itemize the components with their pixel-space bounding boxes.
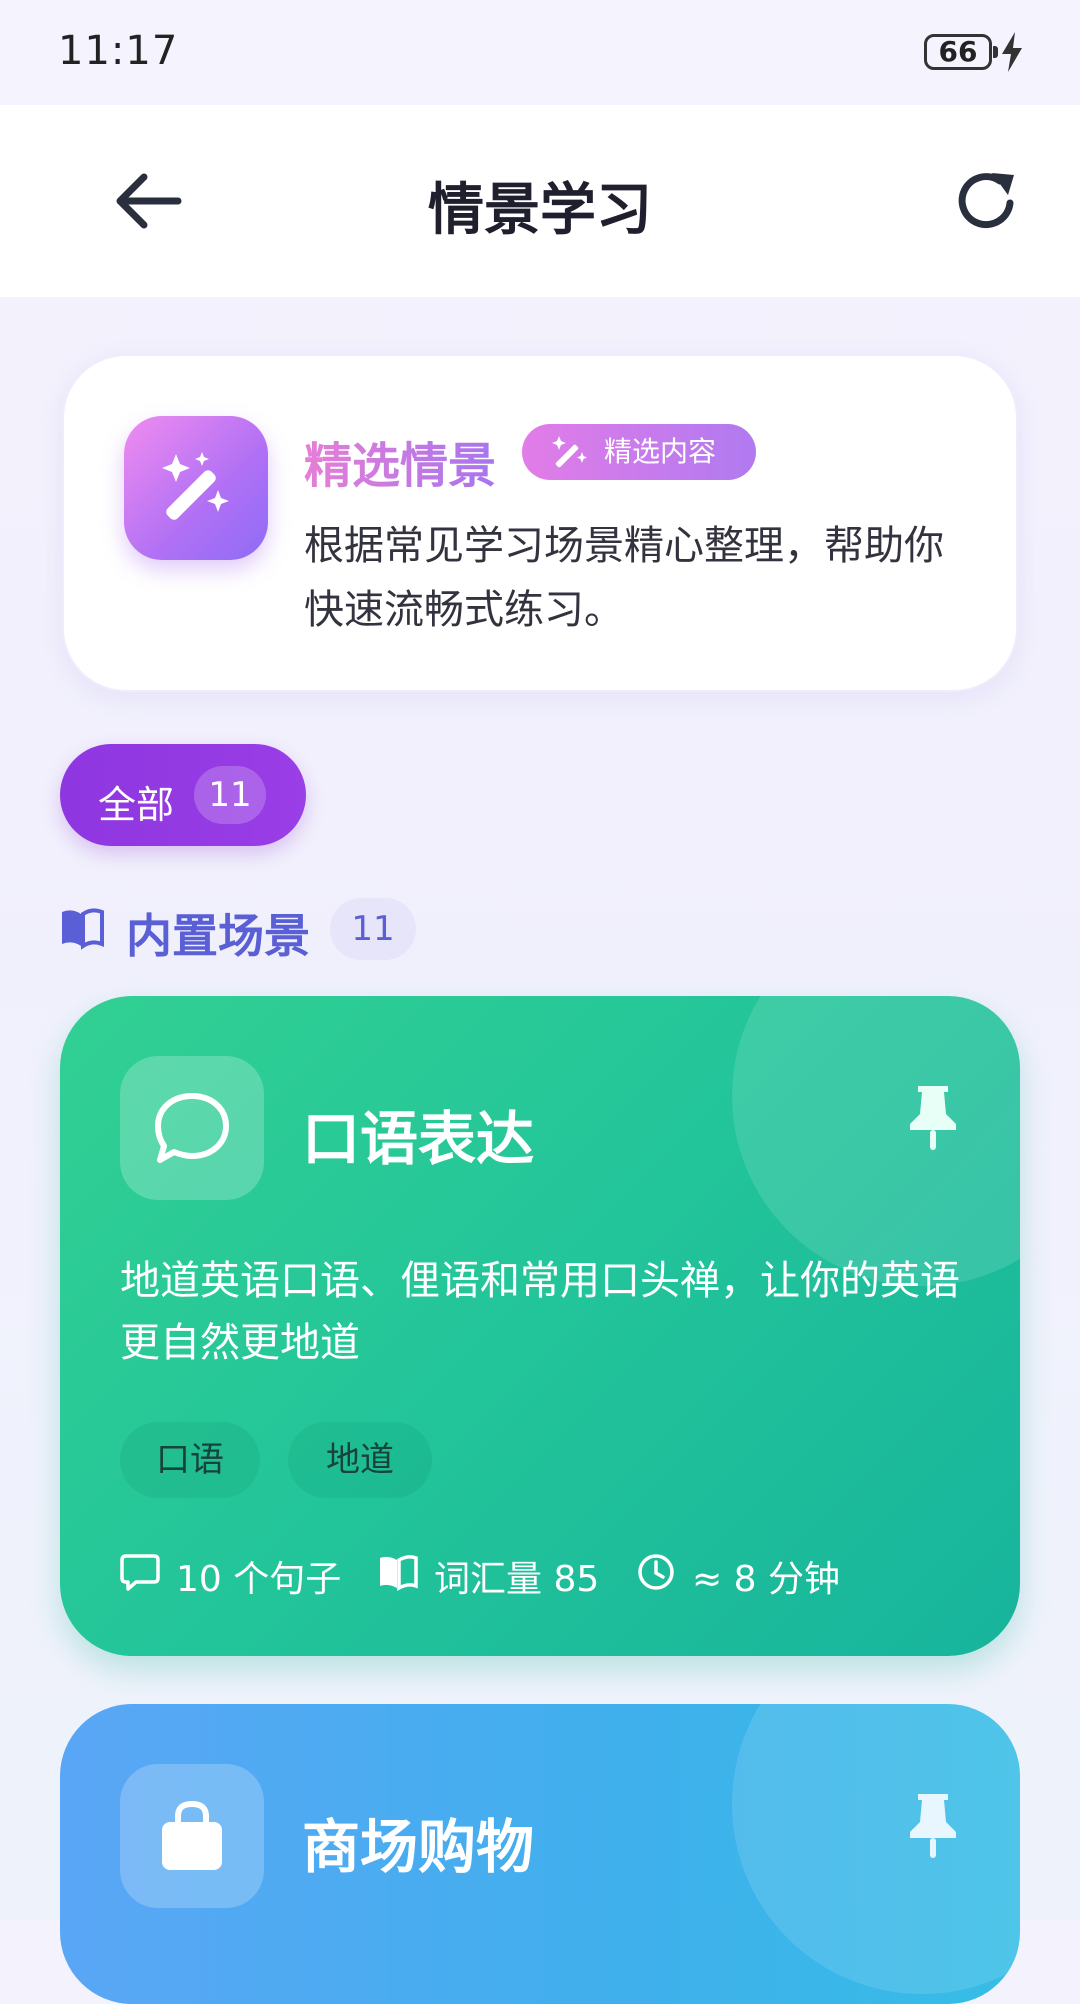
meta-sentences-text: 10 个句子 bbox=[176, 1559, 342, 1600]
scene-tag: 地道 bbox=[288, 1422, 432, 1498]
scene-description: 地道英语口语、俚语和常用口头禅，让你的英语更自然更地道 bbox=[120, 1258, 960, 1366]
meta-sentences: 10 个句子 bbox=[120, 1548, 341, 1600]
message-icon bbox=[120, 1554, 160, 1591]
scene-title: 商场购物 bbox=[302, 1813, 535, 1881]
filter-chip-all[interactable]: 全部 11 bbox=[60, 744, 306, 846]
decorative-circle bbox=[732, 996, 1020, 1286]
section-header-builtin: 内置场景 11 bbox=[60, 898, 560, 963]
filter-chip-count: 11 bbox=[194, 766, 266, 824]
status-time: 11:17 bbox=[58, 28, 179, 74]
page-title: 情景学习 bbox=[428, 178, 652, 243]
scene-title: 口语表达 bbox=[302, 1105, 535, 1173]
top-navbar: 情景学习 bbox=[0, 105, 1080, 297]
sparkle-wand-icon bbox=[552, 436, 587, 468]
book-open-icon bbox=[62, 908, 104, 950]
featured-intro-card: 精选情景 精选内容 根据常见学习场景精心整理，帮助你快速流畅式练习。 bbox=[62, 354, 1018, 692]
scene-tag: 口语 bbox=[120, 1422, 260, 1498]
pin-icon[interactable] bbox=[908, 1084, 958, 1154]
shopping-bag-icon bbox=[120, 1764, 264, 1908]
magic-wand-icon bbox=[124, 416, 268, 560]
filter-chip-label: 全部 bbox=[98, 783, 175, 827]
featured-badge: 精选内容 bbox=[522, 424, 756, 480]
meta-duration: ≈ 8 分钟 bbox=[636, 1548, 856, 1600]
chat-bubble-icon bbox=[120, 1056, 264, 1200]
clock-icon bbox=[638, 1554, 674, 1590]
book-icon bbox=[380, 1555, 418, 1591]
scene-card-speaking[interactable]: 口语表达 地道英语口语、俚语和常用口头禅，让你的英语更自然更地道 口语 地道 1… bbox=[60, 996, 1020, 1656]
refresh-icon[interactable] bbox=[952, 167, 1022, 237]
meta-vocabulary-text: 词汇量 85 bbox=[434, 1559, 600, 1600]
intro-description: 根据常见学习场景精心整理，帮助你快速流畅式练习。 bbox=[304, 523, 944, 633]
scene-card-shopping[interactable]: 商场购物 bbox=[60, 1704, 1020, 2004]
section-count-badge: 11 bbox=[330, 898, 416, 960]
intro-title: 精选情景 bbox=[304, 426, 496, 496]
pin-icon[interactable] bbox=[908, 1792, 958, 1862]
featured-badge-label: 精选内容 bbox=[604, 435, 717, 468]
meta-vocabulary: 词汇量 85 bbox=[378, 1548, 599, 1600]
meta-duration-text: ≈ 8 分钟 bbox=[692, 1559, 840, 1600]
battery-indicator: 66 bbox=[924, 34, 998, 70]
status-bar: 11:17 66 bbox=[0, 0, 1080, 105]
section-title: 内置场景 bbox=[126, 909, 310, 963]
charging-icon bbox=[1002, 32, 1022, 72]
decorative-circle bbox=[732, 1704, 1020, 1994]
